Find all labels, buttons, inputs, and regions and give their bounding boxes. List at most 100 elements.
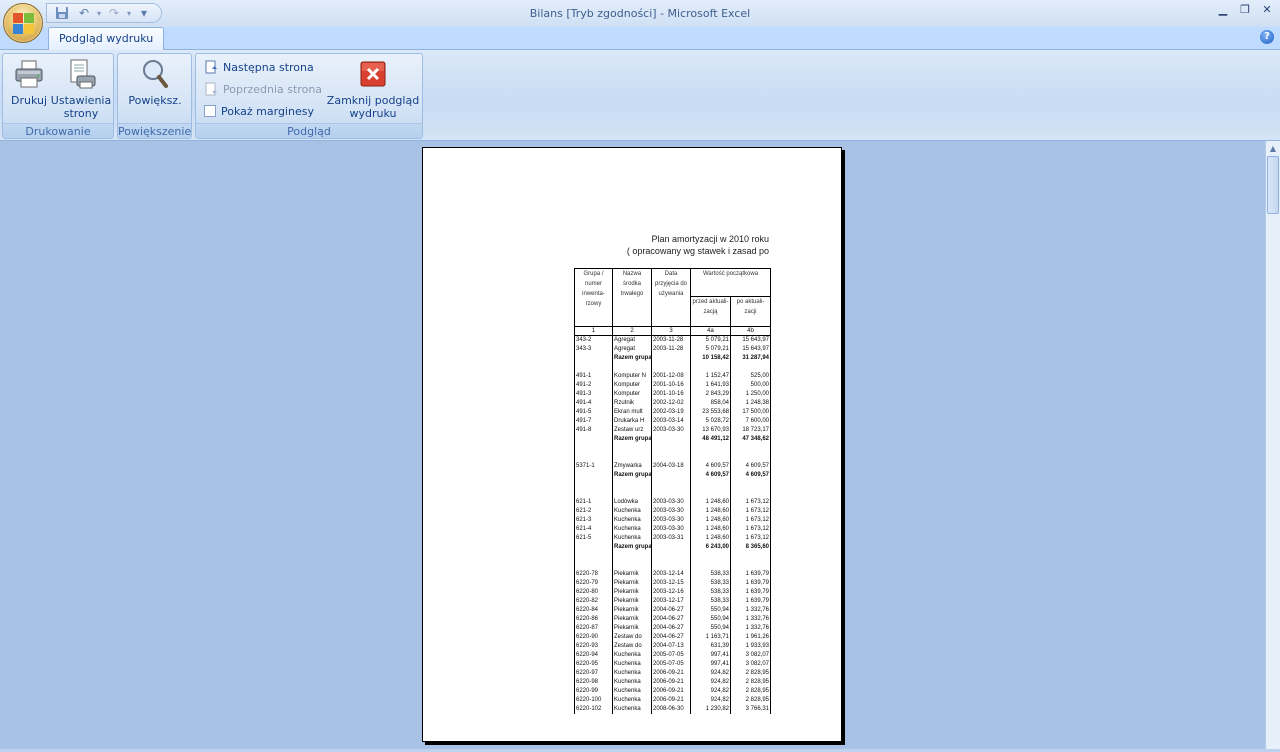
cell-inventory-id: 621-2 (574, 506, 613, 516)
cell-date: 2005-07-05 (651, 650, 691, 660)
table-row: 491-5 Ekran mult 2002-03-19 23 553,68 17 500… (574, 407, 772, 417)
table-row (574, 362, 772, 372)
cell-asset-name: Komputer (612, 389, 652, 399)
tab-print-preview[interactable]: Podgląd wydruku (48, 27, 165, 50)
cell-value-before (690, 443, 731, 453)
table-row: 5371-1 Zmywarka 2004-03-18 4 609,57 4 609,57 (574, 461, 772, 471)
office-logo-icon (13, 13, 35, 35)
show-margins-label: Pokaż marginesy (221, 104, 314, 118)
cell-asset-name: Ekran mult (612, 407, 652, 417)
undo-dropdown-icon[interactable]: ▾ (97, 9, 101, 18)
cell-value-after: 1 332,76 (729, 623, 772, 633)
print-button[interactable]: Drukuj (7, 58, 51, 107)
cell-date: 2005-07-05 (651, 659, 691, 669)
cell-inventory-id (574, 452, 613, 462)
cell-inventory-id: 343-3 (574, 344, 613, 354)
cell-value-after: 3 766,31 (729, 704, 772, 714)
cell-value-before: 538,33 (690, 569, 731, 579)
table-row: 6220-82 Piekarnik 2003-12-17 538,33 1 639,79 (574, 596, 772, 606)
cell-asset-name: Kuchenka (612, 524, 652, 534)
cell-value-before: 5 028,72 (690, 416, 731, 426)
cell-inventory-id: 6220-94 (574, 650, 613, 660)
table-row: 6220-79 Piekarnik 2003-12-15 538,33 1 639,79 (574, 578, 772, 588)
close-preview-button[interactable]: Zamknij podgląd wydruku (326, 58, 420, 120)
cell-value-after: 1 673,12 (729, 497, 772, 507)
cell-inventory-id: 343-2 (574, 335, 613, 345)
scroll-thumb[interactable] (1267, 156, 1279, 214)
cell-value-before: 550,94 (690, 623, 731, 633)
cell-value-before: 5 079,21 (690, 335, 731, 345)
cell-inventory-id: 6220-97 (574, 668, 613, 678)
cell-asset-name (612, 452, 652, 462)
table-row: 6220-84 Piekarnik 2004-06-27 550,94 1 332,76 (574, 605, 772, 615)
cell-value-before (690, 362, 731, 372)
table-row: 6220-102 Kuchenka 2008-06-30 1 230,82 3 766,… (574, 704, 772, 714)
cell-value-after (729, 452, 772, 462)
cell-asset-name: Komputer N (612, 371, 652, 381)
undo-icon[interactable]: ↶ (75, 5, 93, 21)
save-icon[interactable] (53, 5, 71, 21)
cell-value-after (729, 560, 772, 570)
minimize-icon[interactable]: ▁ (1214, 2, 1232, 16)
title-bar: Bilans [Tryb zgodności] - Microsoft Exce… (0, 0, 1280, 27)
cell-date (651, 362, 691, 372)
column-number: 2 (612, 326, 652, 336)
cell-value-before: 924,82 (690, 686, 731, 696)
cell-date: 2004-03-18 (651, 461, 691, 471)
cell-inventory-id: 6220-87 (574, 623, 613, 633)
cell-value-after (729, 479, 772, 489)
page-setup-button[interactable]: Ustawienia strony (49, 58, 113, 120)
cell-value-before: 550,94 (690, 605, 731, 615)
cell-value-before: 1 248,60 (690, 506, 731, 516)
cell-value-after: 8 365,60 (729, 542, 772, 552)
customize-toolbar-icon[interactable]: ▾ (135, 5, 153, 21)
table-row (574, 443, 772, 453)
cell-date (651, 542, 691, 552)
office-button[interactable] (3, 3, 43, 43)
table-row: 343-2 Agregat 2003-11-28 5 079,21 15 643,97 (574, 335, 772, 345)
cell-value-after: 18 723,17 (729, 425, 772, 435)
zoom-button[interactable]: Powiększ. (124, 58, 186, 107)
cell-date (651, 353, 691, 363)
cell-inventory-id: 6220-78 (574, 569, 613, 579)
restore-icon[interactable]: ❐ (1236, 2, 1254, 16)
previous-page-button[interactable]: Poprzednia strona (204, 80, 322, 98)
header-before-update: przed aktuali-zacją (690, 296, 731, 327)
cell-value-before: 4 609,57 (690, 461, 731, 471)
cell-inventory-id: 491-5 (574, 407, 613, 417)
show-margins-box[interactable] (204, 105, 216, 117)
cell-asset-name: Piekarnik (612, 605, 652, 615)
cell-date: 2001-10-16 (651, 380, 691, 390)
help-icon[interactable]: ? (1260, 30, 1274, 44)
cell-asset-name (612, 551, 652, 561)
cell-date: 2006-09-21 (651, 686, 691, 696)
cell-value-before: 924,82 (690, 668, 731, 678)
group-printing: Drukuj Ustawienia strony Drukowanie (2, 53, 114, 139)
vertical-scrollbar[interactable]: ▲ (1265, 141, 1280, 749)
cell-inventory-id: 6220-99 (574, 686, 613, 696)
cell-asset-name (612, 479, 652, 489)
cell-date (651, 479, 691, 489)
cell-value-after: 2 828,95 (729, 668, 772, 678)
previous-page-icon (205, 82, 217, 96)
cell-date: 2003-12-17 (651, 596, 691, 606)
cell-date: 2003-03-30 (651, 497, 691, 507)
header-name: Nazwa środka trwałego (612, 268, 652, 327)
redo-dropdown-icon[interactable]: ▾ (127, 9, 131, 18)
scroll-up-icon[interactable]: ▲ (1266, 141, 1280, 156)
table-row: 621-4 Kuchenka 2003-03-30 1 248,60 1 673,12 (574, 524, 772, 534)
cell-value-before (690, 488, 731, 498)
redo-icon[interactable]: ↷ (105, 5, 123, 21)
show-margins-checkbox[interactable]: Pokaż marginesy (204, 102, 314, 120)
table-row (574, 479, 772, 489)
table-row: 6220-99 Kuchenka 2006-09-21 924,82 2 828,95 (574, 686, 772, 696)
cell-inventory-id (574, 560, 613, 570)
cell-asset-name: Kuchenka (612, 677, 652, 687)
cell-inventory-id (574, 353, 613, 363)
cell-asset-name: Kuchenka (612, 668, 652, 678)
cell-asset-name (612, 443, 652, 453)
next-page-label: Następna strona (223, 60, 314, 74)
close-icon[interactable]: ✕ (1258, 2, 1276, 16)
cell-date: 2004-06-27 (651, 605, 691, 615)
next-page-button[interactable]: Następna strona (204, 58, 314, 76)
